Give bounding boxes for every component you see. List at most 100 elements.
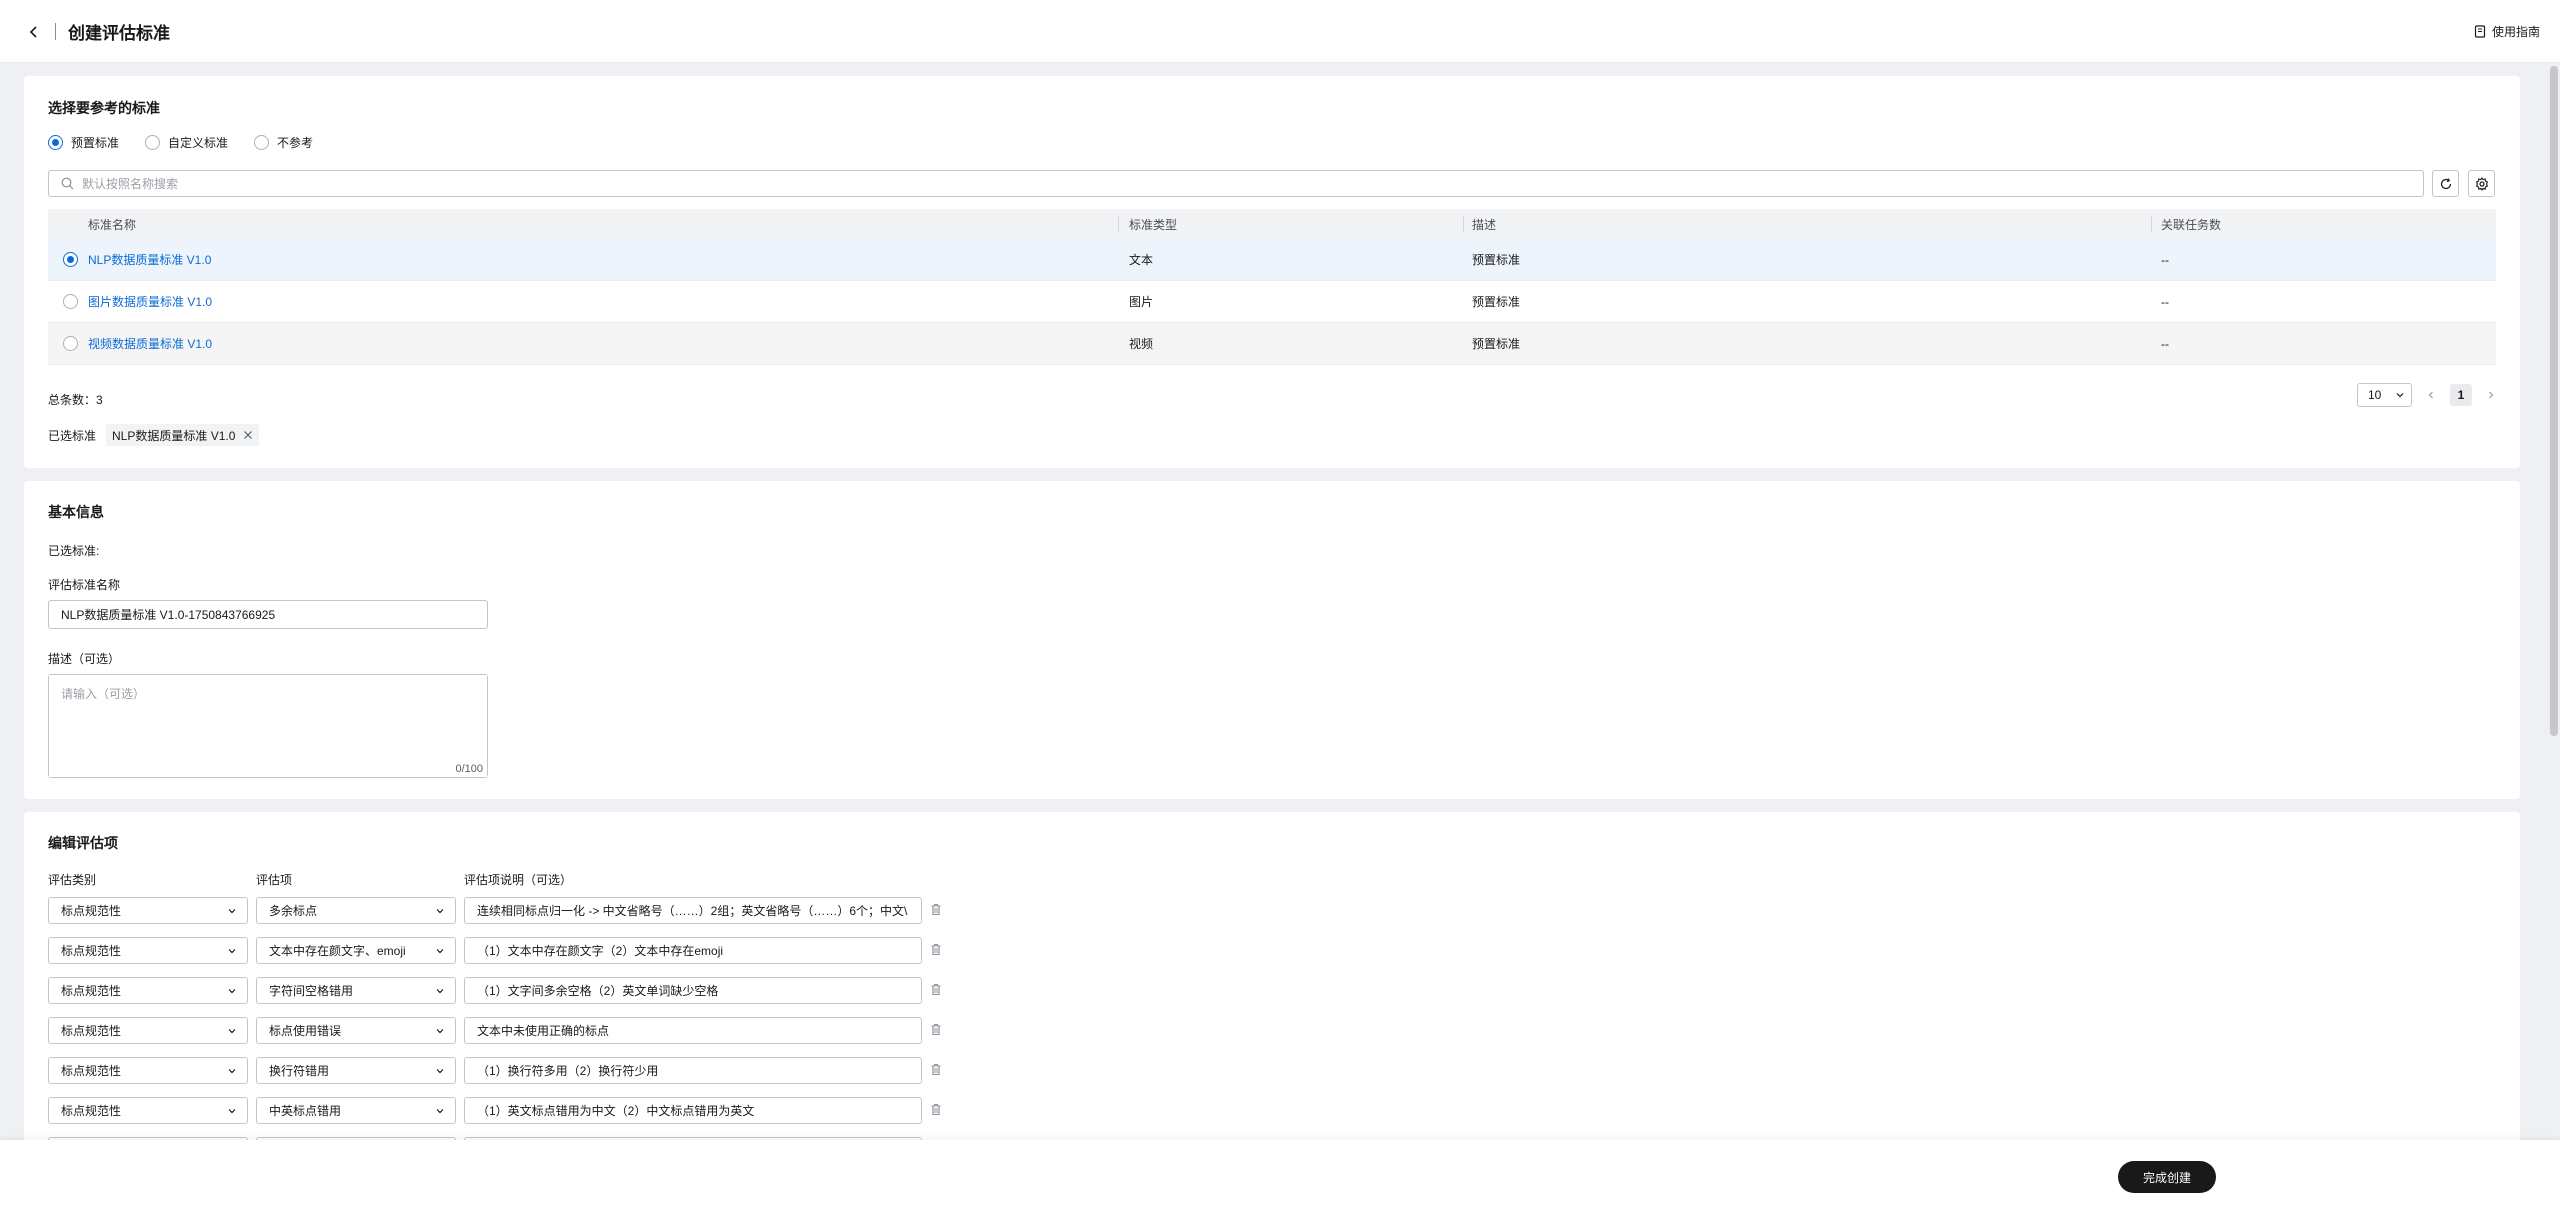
submit-button[interactable]: 完成创建 xyxy=(2118,1161,2216,1193)
category-select[interactable]: 标点规范性 xyxy=(48,937,248,964)
name-field xyxy=(48,600,488,629)
row-radio[interactable] xyxy=(63,336,78,351)
category-select[interactable]: 标点规范性 xyxy=(48,1057,248,1084)
back-button[interactable] xyxy=(22,20,46,44)
item-value: 多余标点 xyxy=(269,904,318,918)
delete-item-button[interactable] xyxy=(930,903,942,919)
note-field xyxy=(464,1057,922,1084)
chevron-left-icon xyxy=(2428,391,2433,399)
delete-item-button[interactable] xyxy=(930,1103,942,1119)
trash-icon xyxy=(931,903,941,916)
item-select[interactable]: 换行符错用 xyxy=(256,1057,456,1084)
item-select[interactable]: 多余标点 xyxy=(256,897,456,924)
column-header-tasks: 关联任务数 xyxy=(2161,217,2222,232)
item-value: 中英标点错用 xyxy=(269,1104,342,1118)
category-select[interactable]: 标点规范性 xyxy=(48,897,248,924)
radio-none[interactable]: 不参考 xyxy=(254,134,313,151)
trash-icon xyxy=(931,983,941,996)
remove-tag-button[interactable] xyxy=(243,430,253,440)
name-input[interactable] xyxy=(61,607,487,622)
settings-button[interactable] xyxy=(2468,170,2495,197)
name-field-label: 评估标准名称 xyxy=(48,578,121,592)
footer-bar: 完成创建 xyxy=(0,1140,2560,1212)
item-value: 换行符错用 xyxy=(269,1064,330,1078)
table-row[interactable]: NLP数据质量标准 V1.0 文本 预置标准 -- xyxy=(48,239,2496,281)
radio-dot xyxy=(145,135,161,150)
note-input[interactable] xyxy=(477,943,921,958)
item-select[interactable]: 标点使用错误 xyxy=(256,1017,456,1044)
category-select[interactable]: 标点规范性 xyxy=(48,1097,248,1124)
note-input[interactable] xyxy=(477,903,921,918)
note-field xyxy=(464,897,922,924)
chevron-down-icon xyxy=(436,1068,444,1073)
standard-name-link[interactable]: 图片数据质量标准 V1.0 xyxy=(88,281,212,322)
delete-item-button[interactable] xyxy=(930,1023,942,1039)
guide-link[interactable]: 使用指南 xyxy=(2474,23,2540,40)
column-header-name: 标准名称 xyxy=(88,217,137,232)
evaluation-item-row: 标点规范性 中英标点错用 xyxy=(48,1097,968,1126)
desc-field-label: 描述（可选） xyxy=(48,652,121,666)
page-number-current[interactable]: 1 xyxy=(2450,384,2472,406)
search-icon xyxy=(61,177,74,190)
note-field xyxy=(464,937,922,964)
category-select[interactable]: 标点规范性 xyxy=(48,1017,248,1044)
note-input[interactable] xyxy=(477,983,921,998)
evaluation-item-row: 标点规范性 字符间空格错用 xyxy=(48,977,968,1006)
standard-task-count: -- xyxy=(2161,336,2169,351)
evaluation-item-row: 标点规范性 换行符错用 xyxy=(48,1057,968,1086)
item-select[interactable]: 文本中存在颜文字、emoji xyxy=(256,937,456,964)
radio-preset[interactable]: 预置标准 xyxy=(48,134,119,151)
header-note: 评估项说明（可选） xyxy=(464,873,573,887)
standard-desc: 预置标准 xyxy=(1472,295,1521,309)
refresh-icon xyxy=(2440,177,2451,189)
note-field xyxy=(464,1097,922,1124)
trash-icon xyxy=(931,1103,941,1116)
delete-item-button[interactable] xyxy=(930,1063,942,1079)
note-input[interactable] xyxy=(477,1023,921,1038)
standard-name-link[interactable]: 视频数据质量标准 V1.0 xyxy=(88,323,212,364)
chevron-down-icon xyxy=(436,1108,444,1113)
chevron-down-icon xyxy=(228,1108,236,1113)
note-input[interactable] xyxy=(477,1103,921,1118)
evaluation-item-row: 标点规范性 文本中存在颜文字、emoji xyxy=(48,937,968,966)
chevron-down-icon xyxy=(228,948,236,953)
standard-task-count: -- xyxy=(2161,294,2169,309)
reference-radio-group: 预置标准 自定义标准 不参考 xyxy=(48,134,313,151)
search-input[interactable] xyxy=(82,176,2423,191)
prev-page-button[interactable] xyxy=(2426,390,2436,400)
category-value: 标点规范性 xyxy=(61,1024,122,1038)
radio-label: 预置标准 xyxy=(71,136,120,150)
trash-icon xyxy=(931,1023,941,1036)
evaluation-item-row: 标点规范性 多余标点 xyxy=(48,897,968,926)
chevron-down-icon xyxy=(436,1028,444,1033)
delete-item-button[interactable] xyxy=(930,943,942,959)
page-size-select[interactable]: 10 xyxy=(2357,383,2412,407)
title-divider xyxy=(55,23,56,40)
chosen-tag: NLP数据质量标准 V1.0 xyxy=(106,424,260,446)
pagination: 10 1 xyxy=(2357,383,2496,407)
category-select[interactable]: 标点规范性 xyxy=(48,977,248,1004)
page-scrollbar[interactable] xyxy=(2550,66,2558,736)
desc-field: 0/100 xyxy=(48,674,488,778)
standard-type: 图片 xyxy=(1129,295,1154,309)
standard-name-link[interactable]: NLP数据质量标准 V1.0 xyxy=(88,239,211,280)
item-select[interactable]: 中英标点错用 xyxy=(256,1097,456,1124)
table-row[interactable]: 图片数据质量标准 V1.0 图片 预置标准 -- xyxy=(48,281,2496,323)
note-field xyxy=(464,977,922,1004)
note-input[interactable] xyxy=(477,1063,921,1078)
basic-info-card: 基本信息 已选标准: 评估标准名称 描述（可选） 0/100 xyxy=(24,481,2520,799)
row-radio[interactable] xyxy=(63,294,78,309)
top-bar: 创建评估标准 使用指南 xyxy=(0,0,2560,63)
next-page-button[interactable] xyxy=(2486,390,2496,400)
row-radio[interactable] xyxy=(63,252,78,267)
chevron-down-icon xyxy=(436,988,444,993)
item-select[interactable]: 字符间空格错用 xyxy=(256,977,456,1004)
trash-icon xyxy=(931,943,941,956)
refresh-button[interactable] xyxy=(2432,170,2459,197)
radio-custom[interactable]: 自定义标准 xyxy=(145,134,228,151)
table-row[interactable]: 视频数据质量标准 V1.0 视频 预置标准 -- xyxy=(48,323,2496,365)
desc-textarea[interactable] xyxy=(49,675,487,777)
delete-item-button[interactable] xyxy=(930,983,942,999)
page-size-value: 10 xyxy=(2368,388,2382,402)
standard-desc: 预置标准 xyxy=(1472,253,1521,267)
